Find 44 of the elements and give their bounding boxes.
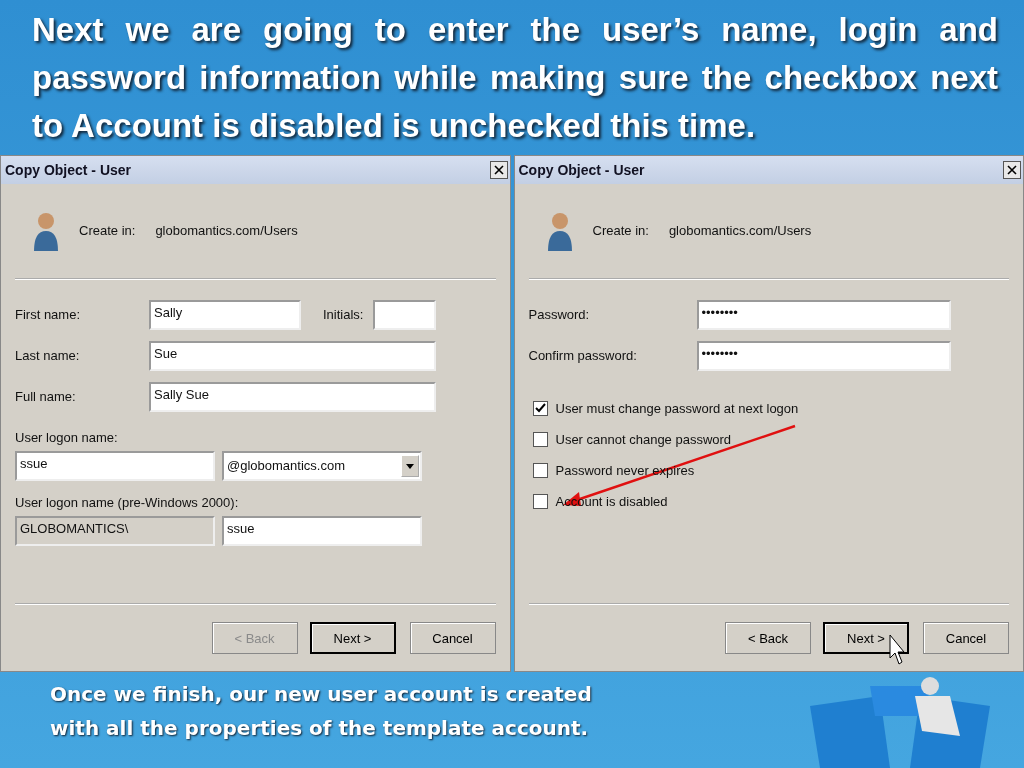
field-label: Last name: bbox=[15, 348, 81, 364]
field-label: Initials: bbox=[323, 307, 365, 323]
checkbox[interactable] bbox=[532, 493, 548, 509]
close-icon[interactable] bbox=[489, 160, 508, 179]
field-label: User logon name: bbox=[15, 429, 118, 445]
logon-name-field[interactable]: ssue bbox=[15, 450, 215, 481]
field-label: Password: bbox=[528, 307, 591, 323]
checkbox[interactable] bbox=[532, 462, 548, 478]
checkbox-label[interactable]: User must change password at next logon bbox=[555, 400, 799, 416]
last-name-field[interactable]: Sue bbox=[149, 340, 436, 371]
back-button[interactable]: < Back bbox=[725, 622, 811, 654]
caption-line: with all the properties of the template account. bbox=[50, 716, 590, 740]
window-title: Copy Object - User bbox=[5, 161, 132, 178]
domain-dropdown[interactable]: @globomantics.com bbox=[222, 450, 422, 481]
window-title: Copy Object - User bbox=[518, 161, 645, 178]
create-in-label: Create in: bbox=[592, 223, 649, 239]
checkbox-label[interactable]: User cannot change password bbox=[555, 431, 732, 447]
next-button[interactable]: Next > bbox=[309, 622, 396, 654]
mouse-pointer-icon bbox=[888, 633, 905, 666]
checkbox[interactable] bbox=[532, 431, 548, 447]
caret-icon bbox=[401, 454, 419, 477]
create-in-path: globomantics.com/Users bbox=[155, 223, 298, 239]
caption-line: Once we finish, our new user account is created bbox=[50, 682, 592, 706]
initials-field[interactable] bbox=[373, 299, 436, 330]
user-icon bbox=[546, 210, 573, 251]
create-in-path: globomantics.com/Users bbox=[668, 223, 812, 239]
first-name-field[interactable]: Sally bbox=[149, 299, 301, 330]
full-name-field[interactable]: Sally Sue bbox=[149, 381, 436, 412]
user-icon bbox=[33, 210, 59, 251]
field-label: User logon name (pre-Windows 2000): bbox=[15, 494, 239, 510]
cancel-button[interactable]: Cancel bbox=[409, 622, 496, 654]
field-label: First name: bbox=[15, 307, 81, 323]
checkbox[interactable] bbox=[532, 400, 548, 416]
password-field[interactable]: •••••••• bbox=[696, 299, 951, 330]
cancel-button[interactable]: Cancel bbox=[923, 622, 1009, 654]
create-in-label: Create in: bbox=[79, 223, 136, 239]
slide-heading: Next we are going to enter the user’s name, login and password information while making sure the checkbox next to Account is disabled is unchecked this time. bbox=[31, 10, 999, 146]
pre-windows-logon-field[interactable]: ssue bbox=[222, 515, 422, 546]
confirm-password-field[interactable]: •••••••• bbox=[696, 340, 951, 371]
field-label: Confirm password: bbox=[528, 348, 638, 364]
field-label: Full name: bbox=[15, 389, 77, 405]
close-icon[interactable] bbox=[1003, 160, 1021, 179]
pre-windows-domain-field: GLOBOMANTICS\ bbox=[15, 515, 215, 546]
next-button[interactable]: Next > bbox=[823, 622, 909, 654]
